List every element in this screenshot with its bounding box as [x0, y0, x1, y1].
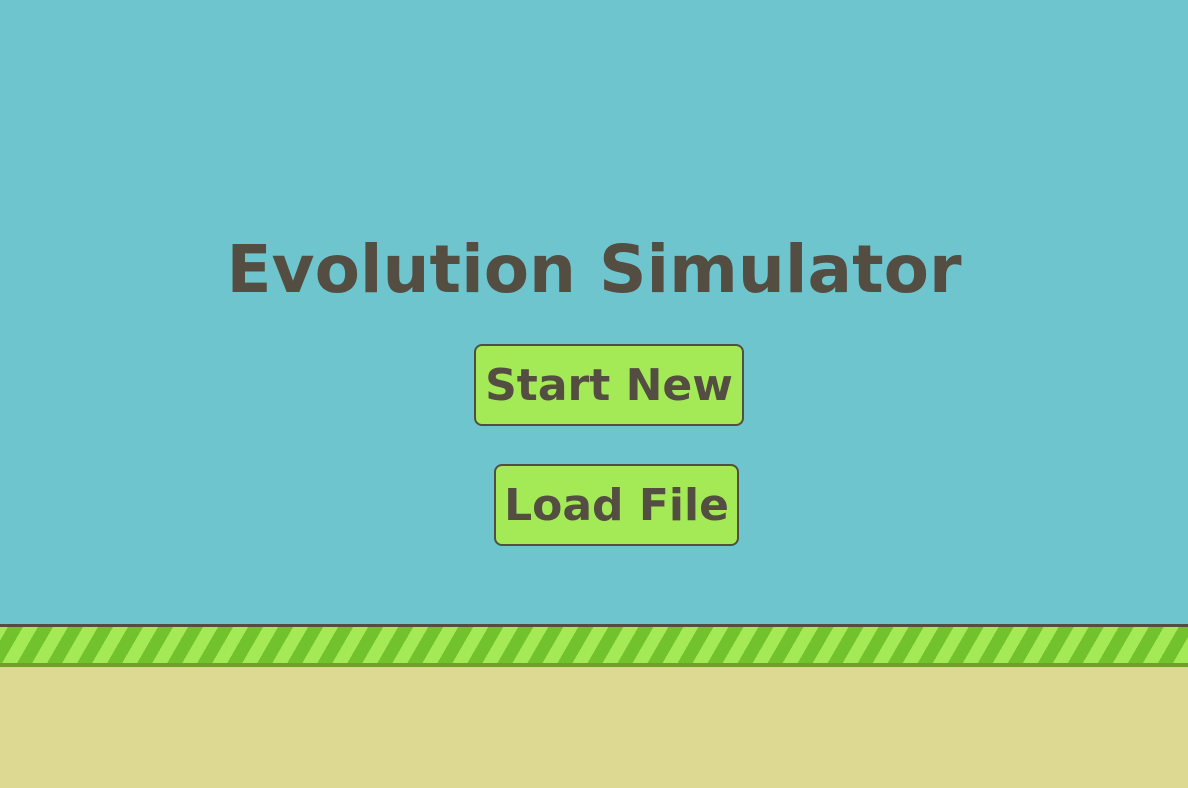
dirt-ground [0, 667, 1188, 788]
grass-strip [0, 627, 1188, 663]
game-title: Evolution Simulator [226, 231, 962, 308]
load-file-button[interactable]: Load File [494, 464, 739, 546]
start-new-button[interactable]: Start New [474, 344, 744, 426]
